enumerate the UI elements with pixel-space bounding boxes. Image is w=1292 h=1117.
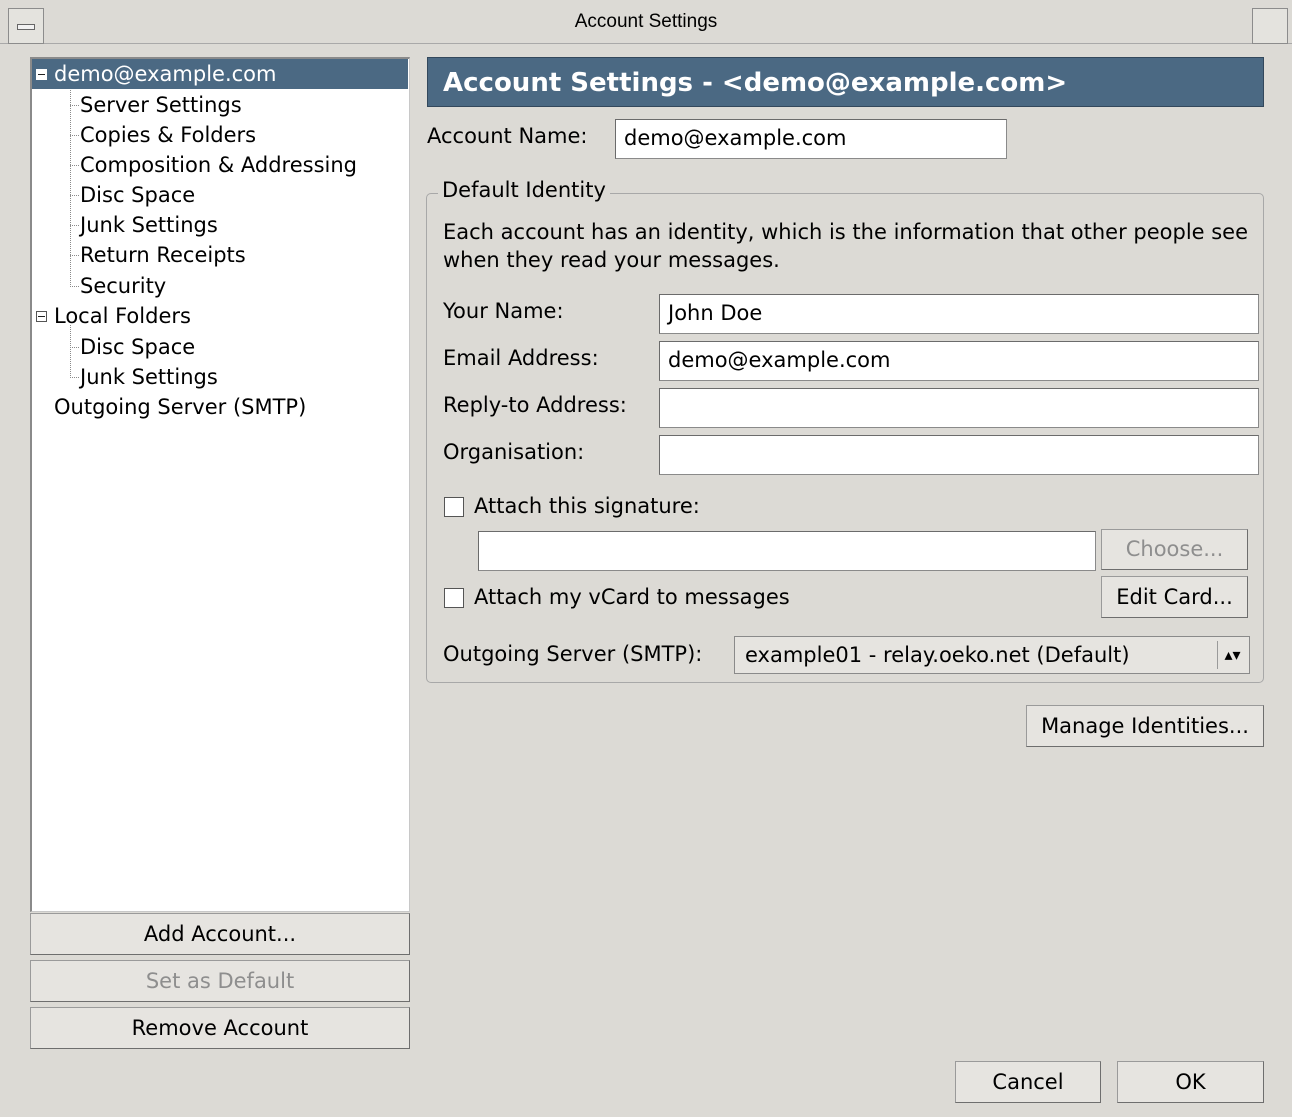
tree-item-local-junk-settings[interactable]: Junk Settings	[80, 362, 218, 392]
signature-checkbox[interactable]	[444, 497, 464, 517]
manage-identities-button[interactable]: Manage Identities...	[1026, 705, 1264, 747]
tree-connector	[70, 286, 79, 287]
tree-connector	[70, 135, 79, 136]
account-name-label: Account Name:	[427, 124, 588, 148]
tree-connector	[70, 325, 71, 378]
tree-item-outgoing-server[interactable]: Outgoing Server (SMTP)	[54, 392, 306, 422]
email-label: Email Address:	[443, 346, 599, 370]
set-default-button[interactable]: Set as Default	[30, 960, 410, 1002]
tree-item-local-disc-space[interactable]: Disc Space	[80, 332, 195, 362]
tree-connector	[70, 165, 79, 166]
reply-to-field[interactable]	[659, 388, 1259, 428]
tree-item-account[interactable]: demo@example.com	[32, 59, 408, 89]
cancel-button[interactable]: Cancel	[955, 1061, 1101, 1103]
group-title: Default Identity	[438, 178, 610, 202]
account-tree[interactable]: demo@example.com Server Settings Copies …	[30, 57, 410, 912]
tree-item-label: demo@example.com	[54, 62, 277, 86]
edit-card-button[interactable]: Edit Card...	[1101, 576, 1248, 618]
signature-path-field[interactable]	[478, 531, 1096, 571]
tree-item-composition-addressing[interactable]: Composition & Addressing	[80, 150, 357, 180]
signature-label: Attach this signature:	[474, 494, 700, 518]
collapse-icon[interactable]	[36, 311, 47, 322]
vcard-label: Attach my vCard to messages	[474, 585, 790, 609]
tree-connector	[70, 255, 79, 256]
tree-connector	[70, 225, 79, 226]
tree-connector	[70, 195, 79, 196]
window-shade-button[interactable]	[1252, 8, 1288, 44]
tree-item-copies-folders[interactable]: Copies & Folders	[80, 120, 256, 150]
email-field[interactable]: demo@example.com	[659, 341, 1259, 381]
choose-signature-button[interactable]: Choose...	[1101, 529, 1248, 570]
account-name-field[interactable]: demo@example.com	[615, 119, 1007, 159]
ok-button[interactable]: OK	[1117, 1061, 1264, 1103]
tree-item-return-receipts[interactable]: Return Receipts	[80, 240, 246, 270]
remove-account-button[interactable]: Remove Account	[30, 1007, 410, 1049]
tree-item-local-folders[interactable]: Local Folders	[32, 301, 408, 331]
tree-item-server-settings[interactable]: Server Settings	[80, 90, 242, 120]
your-name-field[interactable]: John Doe	[659, 294, 1259, 334]
window-title: Account Settings	[574, 11, 718, 32]
page-title: Account Settings - <demo@example.com>	[427, 57, 1264, 107]
identity-description: Each account has an identity, which is t…	[443, 220, 1249, 272]
your-name-label: Your Name:	[443, 299, 564, 323]
smtp-select[interactable]: example01 - relay.oeko.net (Default)	[734, 636, 1250, 674]
window-menu-icon	[17, 24, 35, 30]
tree-item-security[interactable]: Security	[80, 271, 166, 301]
tree-item-disc-space[interactable]: Disc Space	[80, 180, 195, 210]
organisation-field[interactable]	[659, 435, 1259, 475]
reply-to-label: Reply-to Address:	[443, 393, 627, 417]
organisation-label: Organisation:	[443, 440, 585, 464]
tree-item-junk-settings[interactable]: Junk Settings	[80, 210, 218, 240]
vcard-checkbox[interactable]	[444, 588, 464, 608]
add-account-button[interactable]: Add Account...	[30, 913, 410, 955]
collapse-icon[interactable]	[36, 69, 47, 80]
tree-item-label: Local Folders	[54, 304, 191, 328]
tree-connector	[70, 347, 79, 348]
smtp-label: Outgoing Server (SMTP):	[443, 642, 703, 666]
tree-connector	[70, 83, 71, 287]
smtp-selected-value: example01 - relay.oeko.net (Default)	[745, 643, 1130, 667]
window-menu-button[interactable]	[8, 8, 44, 44]
tree-connector	[70, 377, 79, 378]
tree-connector	[70, 105, 79, 106]
up-down-arrows-icon: ▴▾	[1217, 641, 1247, 669]
